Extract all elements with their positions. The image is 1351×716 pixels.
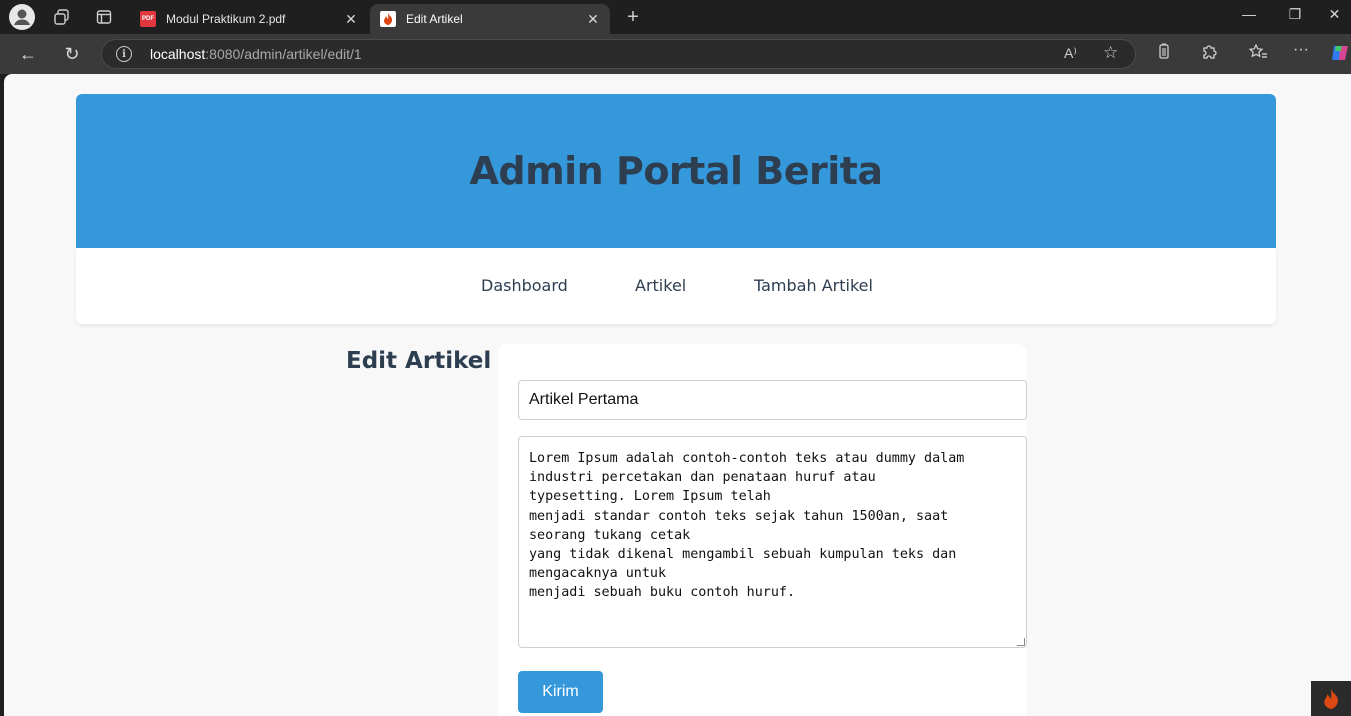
browser-toolbar: ← ↻ i localhost:8080/admin/artikel/edit/… — [0, 34, 1351, 74]
nav-link-dashboard[interactable]: Dashboard — [481, 276, 568, 295]
site-info-icon[interactable]: i — [116, 46, 132, 62]
tab-edit-artikel[interactable]: Edit Artikel ✕ — [370, 4, 610, 34]
new-tab-icon[interactable]: + — [620, 5, 646, 29]
page-viewport: Admin Portal Berita Dashboard Artikel Ta… — [4, 74, 1351, 716]
extensions-icon[interactable] — [1197, 43, 1221, 65]
nav-link-artikel[interactable]: Artikel — [635, 276, 686, 295]
tab-close-icon[interactable]: ✕ — [340, 11, 362, 28]
address-bar[interactable]: i localhost:8080/admin/artikel/edit/1 A⁾… — [101, 39, 1136, 69]
site-title: Admin Portal Berita — [469, 149, 883, 193]
main-nav: Dashboard Artikel Tambah Artikel — [76, 248, 1276, 324]
browser-tab-strip: PDF Modul Praktikum 2.pdf ✕ Edit Artikel… — [0, 0, 1351, 34]
profile-avatar-icon[interactable] — [9, 4, 35, 30]
refresh-icon[interactable]: ↻ — [59, 42, 85, 66]
minimize-icon[interactable]: — — [1226, 6, 1272, 22]
url-path: :8080/admin/artikel/edit/1 — [205, 46, 362, 62]
page-container: Admin Portal Berita Dashboard Artikel Ta… — [76, 94, 1276, 324]
submit-button[interactable]: Kirim — [518, 671, 603, 713]
battery-saver-icon[interactable] — [1152, 43, 1176, 63]
url-host: localhost — [150, 46, 206, 62]
codeigniter-flame-icon — [380, 11, 396, 27]
tab-modul-praktikum[interactable]: PDF Modul Praktikum 2.pdf ✕ — [130, 4, 368, 34]
copilot-icon[interactable] — [1330, 43, 1351, 67]
tab-close-icon[interactable]: ✕ — [582, 11, 604, 28]
favorites-icon[interactable] — [1246, 43, 1270, 65]
favorite-star-icon[interactable]: ☆ — [1103, 43, 1118, 63]
pdf-file-icon: PDF — [140, 11, 156, 27]
isi-textarea[interactable]: Lorem Ipsum adalah contoh-contoh teks at… — [518, 436, 1027, 648]
tab-actions-icon[interactable] — [91, 5, 117, 29]
tab-title: Edit Artikel — [406, 12, 463, 26]
close-window-icon[interactable]: ✕ — [1318, 6, 1351, 23]
nav-link-tambah-artikel[interactable]: Tambah Artikel — [754, 276, 873, 295]
workspaces-icon[interactable] — [49, 5, 75, 29]
site-header: Admin Portal Berita — [76, 94, 1276, 248]
read-aloud-icon[interactable]: A⁾ — [1064, 45, 1077, 62]
judul-input[interactable] — [518, 380, 1027, 420]
textarea-resize-handle[interactable] — [1017, 638, 1025, 646]
back-icon[interactable]: ← — [15, 42, 41, 66]
restore-icon[interactable]: ❐ — [1272, 6, 1318, 23]
edit-form-card: Lorem Ipsum adalah contoh-contoh teks at… — [498, 344, 1027, 716]
codeigniter-toolbar-icon[interactable] — [1311, 681, 1351, 716]
more-options-icon[interactable]: ··· — [1289, 41, 1313, 59]
page-title: Edit Artikel — [346, 348, 492, 374]
tab-title: Modul Praktikum 2.pdf — [166, 12, 286, 26]
